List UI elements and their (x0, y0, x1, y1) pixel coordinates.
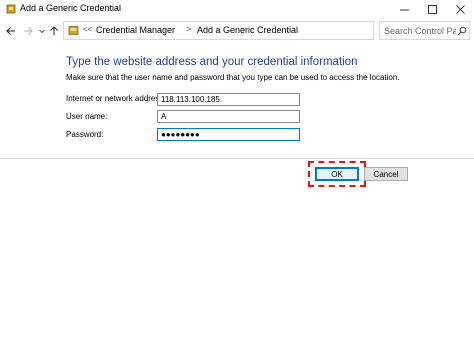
close-icon (455, 4, 465, 14)
credential-manager-icon (6, 4, 16, 14)
minimize-button[interactable] (390, 0, 418, 18)
cancel-button[interactable]: Cancel (364, 167, 408, 181)
search-input[interactable] (380, 22, 456, 39)
password-field[interactable] (157, 128, 300, 141)
maximize-button[interactable] (418, 0, 446, 18)
address-overflow-chevron[interactable]: << (83, 25, 92, 34)
page-description: Make sure that the user name and passwor… (66, 73, 400, 82)
control-panel-icon (68, 26, 79, 35)
breadcrumb-credential-manager[interactable]: Credential Manager (96, 25, 175, 35)
back-arrow-icon (6, 27, 15, 35)
forward-arrow-icon (24, 27, 33, 35)
username-field[interactable] (157, 110, 300, 123)
breadcrumb-add-generic-credential[interactable]: Add a Generic Credential (197, 25, 298, 35)
window-title: Add a Generic Credential (20, 3, 122, 13)
up-arrow-icon (50, 26, 58, 35)
username-label: User name: (66, 112, 108, 121)
minimize-icon (399, 9, 409, 10)
search-icon[interactable] (457, 26, 467, 36)
back-button[interactable] (4, 24, 18, 38)
search-box[interactable] (379, 21, 470, 40)
title-bar: Add a Generic Credential (0, 0, 474, 18)
chevron-down-icon (39, 29, 45, 34)
maximize-icon (427, 4, 437, 14)
forward-button[interactable] (21, 24, 35, 38)
up-button[interactable] (47, 24, 61, 38)
breadcrumb-separator[interactable]: > (186, 24, 191, 34)
content-divider (0, 158, 474, 159)
address-bar[interactable]: << Credential Manager > Add a Generic Cr… (63, 21, 431, 40)
page-heading: Type the website address and your creden… (66, 56, 358, 68)
close-button[interactable] (446, 0, 474, 18)
password-label: Password: (66, 130, 104, 139)
navigation-bar: << Credential Manager > Add a Generic Cr… (0, 18, 474, 44)
network-address-field[interactable] (157, 93, 300, 106)
ok-button[interactable]: OK (315, 167, 359, 181)
address-label: Internet or network address: (66, 94, 166, 103)
